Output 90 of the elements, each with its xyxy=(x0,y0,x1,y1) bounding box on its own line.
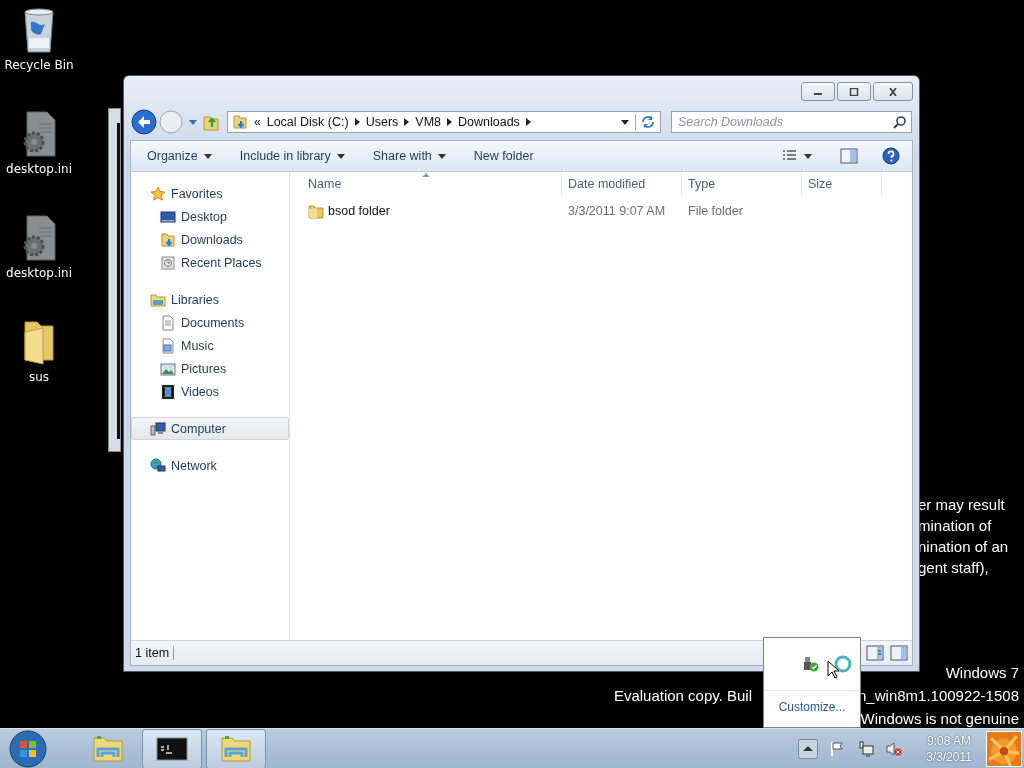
film-icon xyxy=(160,383,176,400)
maximize-button[interactable] xyxy=(837,82,871,101)
network-icon[interactable] xyxy=(858,740,875,757)
muted-speaker-icon[interactable] xyxy=(886,740,903,757)
folder-icon xyxy=(308,203,324,219)
sort-arrow-icon xyxy=(421,173,430,177)
star-icon xyxy=(150,185,166,202)
help-icon[interactable] xyxy=(882,147,900,165)
library-folder-icon xyxy=(150,291,166,308)
build-text: Evaluation copy. Buil xyxy=(613,686,753,706)
caret-icon[interactable] xyxy=(804,153,812,159)
caret-icon xyxy=(437,153,446,159)
desktop-icon-label[interactable]: desktop.ini xyxy=(6,266,72,280)
sidebar-item[interactable]: Music xyxy=(131,334,289,357)
landscape-icon xyxy=(160,360,176,377)
item-count: 1 item xyxy=(135,646,175,660)
search-icon xyxy=(893,115,907,129)
sidebar-item[interactable]: Desktop xyxy=(131,205,289,228)
edition-text: Windows 7 xyxy=(945,663,1019,683)
genuine-notice: Windows is not genuine xyxy=(860,709,1019,729)
sidebar-item[interactable]: Pictures xyxy=(131,357,289,380)
clock-folder-icon xyxy=(160,254,176,271)
minimize-button[interactable] xyxy=(801,82,835,101)
ring-icon[interactable] xyxy=(834,655,852,673)
toolbar-button[interactable]: Share with xyxy=(364,145,454,167)
window-edge[interactable] xyxy=(108,108,121,452)
taskbar-button[interactable] xyxy=(142,728,202,768)
mouse-cursor-icon xyxy=(827,660,839,679)
folder-icon xyxy=(232,114,248,130)
computer-icon xyxy=(150,420,166,437)
breadcrumb-item[interactable]: Downloads xyxy=(458,115,520,129)
folder-icon xyxy=(160,231,176,248)
caret-icon xyxy=(203,153,212,159)
background-text: nination of an xyxy=(918,537,1009,557)
console-icon xyxy=(156,734,188,763)
column-header[interactable]: Name xyxy=(290,172,562,196)
chevron-right-icon[interactable] xyxy=(525,118,531,126)
table-cell-text: File folder xyxy=(687,204,744,218)
toolbar-button[interactable]: Organize xyxy=(139,145,220,167)
sidebar-item[interactable]: Recent Places xyxy=(131,251,289,274)
start-button[interactable] xyxy=(8,728,48,768)
up-folder-icon[interactable] xyxy=(203,113,219,131)
table-cell-text: 3/3/2011 9:07 AM xyxy=(567,204,667,218)
toolbar-button[interactable]: New folder xyxy=(465,145,542,167)
sidebar-item[interactable]: Favorites xyxy=(131,182,289,205)
folder-icon xyxy=(220,734,252,763)
show-hidden-icons-button[interactable] xyxy=(798,738,819,759)
caret-icon xyxy=(336,153,345,159)
usb-check-icon[interactable] xyxy=(802,655,820,673)
file-name[interactable]: bsod folder xyxy=(328,204,390,218)
customize-link[interactable]: Customize... xyxy=(778,700,846,714)
sidebar-item[interactable]: Libraries xyxy=(131,288,289,311)
folder-icon xyxy=(92,734,124,763)
sidebar-item[interactable]: Downloads xyxy=(131,228,289,251)
column-header[interactable]: Size xyxy=(802,172,882,196)
column-header[interactable]: Type xyxy=(682,172,802,196)
monitor-icon xyxy=(160,208,176,225)
sidebar-item[interactable]: Documents xyxy=(131,311,289,334)
chevron-right-icon[interactable] xyxy=(404,118,410,126)
close-icon xyxy=(887,87,899,96)
breadcrumb-item[interactable]: Users xyxy=(365,115,399,129)
build-text: n_win8m1.100922-1508 xyxy=(858,686,1019,706)
toolbar-button[interactable]: Include in library xyxy=(231,145,353,167)
chevron-right-icon[interactable] xyxy=(354,118,360,126)
details-view-icon[interactable] xyxy=(866,645,884,661)
globe-monitor-icon xyxy=(150,457,166,474)
column-header[interactable]: Date modified xyxy=(562,172,682,196)
background-text: mination of xyxy=(918,516,993,536)
show-desktop-button[interactable] xyxy=(986,730,1022,767)
music-file-icon xyxy=(160,337,176,354)
address-bar[interactable]: « Local Disk (C:) Users VM8 Downloads xyxy=(227,111,661,133)
dropdown-caret-icon[interactable] xyxy=(621,119,629,125)
document-icon xyxy=(160,314,176,331)
sidebar-item[interactable]: Network xyxy=(131,454,289,477)
view-options-icon[interactable] xyxy=(782,149,798,163)
maximize-icon xyxy=(848,87,860,96)
history-caret-icon[interactable] xyxy=(189,119,197,125)
desktop-icon-label[interactable]: Recycle Bin xyxy=(4,58,74,72)
path-overflow-button[interactable]: « xyxy=(254,115,261,129)
desktop-icon-label[interactable]: sus xyxy=(28,370,50,384)
sidebar-item[interactable]: Computer xyxy=(131,417,289,440)
back-button[interactable] xyxy=(131,109,157,135)
breadcrumb-item[interactable]: Local Disk (C:) xyxy=(266,115,349,129)
search-field[interactable]: Search Downloads xyxy=(671,111,912,133)
close-button[interactable] xyxy=(873,82,913,101)
refresh-icon[interactable] xyxy=(635,114,656,130)
desktop-icon-label[interactable]: desktop.ini xyxy=(6,162,72,176)
sidebar-item[interactable]: Videos xyxy=(131,380,289,403)
breadcrumb-item[interactable]: VM8 xyxy=(415,115,441,129)
chevron-right-icon[interactable] xyxy=(447,118,452,126)
